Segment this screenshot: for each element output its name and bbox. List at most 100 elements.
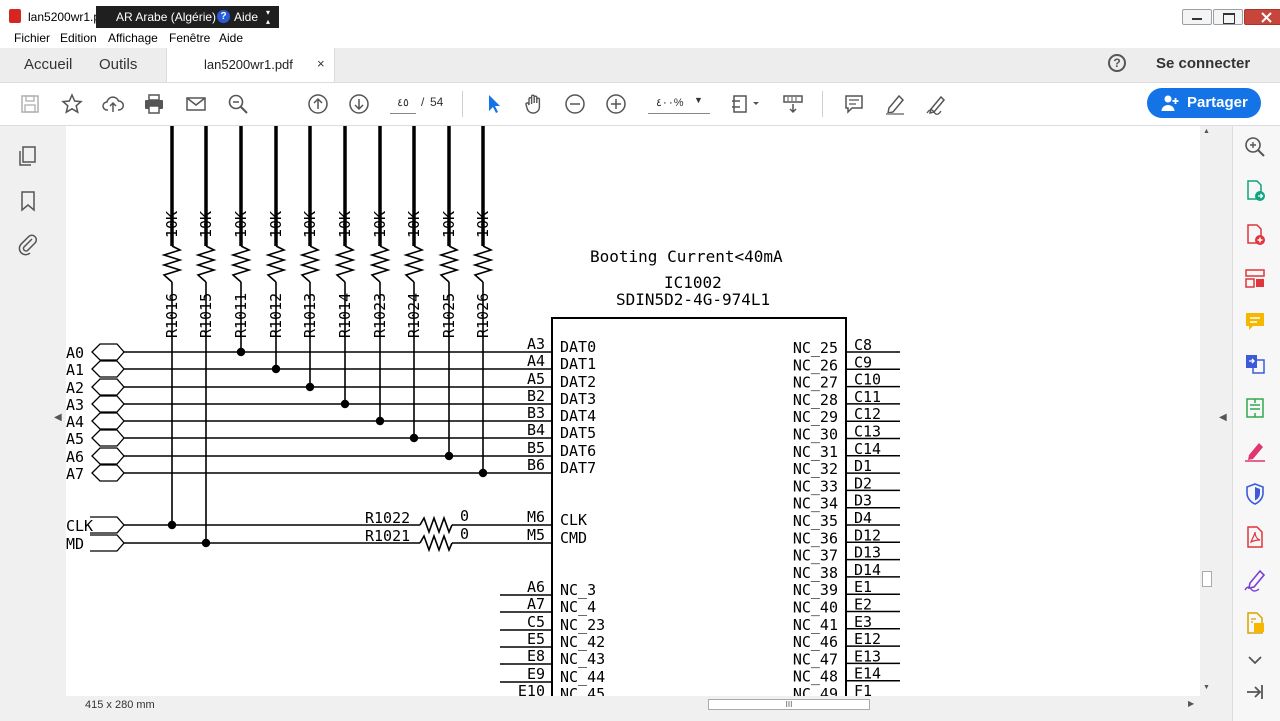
zoom-value[interactable]: ٤٠٠% <box>656 96 684 109</box>
create-pdf-icon <box>1247 224 1265 245</box>
tool-request-signature[interactable] <box>1243 568 1267 592</box>
resistor-ref-label: R1013 <box>301 293 319 338</box>
tab-tools[interactable]: Outils <box>99 56 137 73</box>
cloud-upload-icon <box>102 96 124 112</box>
hand-tool-button[interactable] <box>521 91 547 117</box>
document-view[interactable]: 10K R1016 10K R1015 10K R1011 10K R1012 10K R1013… <box>66 126 1200 696</box>
expand-left-panel-icon[interactable]: ◀ <box>54 412 62 423</box>
menu-help[interactable]: Aide <box>219 31 243 45</box>
chevron-down-icon <box>1248 656 1262 665</box>
zoom-out-button[interactable] <box>562 91 588 117</box>
maximize-button[interactable] <box>1213 9 1243 25</box>
page-size-indicator: 415 x 280 mm <box>85 699 155 711</box>
close-icon <box>1261 12 1272 23</box>
add-user-icon <box>1161 95 1179 111</box>
horizontal-scrollbar[interactable]: III ▶ <box>66 697 1200 711</box>
collapse-right-panel-icon[interactable]: ◀ <box>1219 412 1227 423</box>
ime-language-bar[interactable]: AR Arabe (Algérie) ? Aide ▾ ▴ <box>96 6 279 28</box>
minimize-button[interactable] <box>1182 9 1212 25</box>
ime-help[interactable]: Aide <box>234 10 258 24</box>
page-fit-button[interactable] <box>728 91 762 117</box>
menu-edit[interactable]: Edition <box>60 31 97 45</box>
highlight-button[interactable] <box>882 91 908 117</box>
scroll-up-icon[interactable]: ▲ <box>1203 128 1210 135</box>
net-label: MD <box>66 535 84 553</box>
resistor-ref-label: R1012 <box>267 293 285 338</box>
tool-acrobat-pdf[interactable] <box>1243 525 1267 549</box>
pin-ball-label: E9 <box>527 665 545 683</box>
tool-compress[interactable] <box>1243 396 1267 420</box>
tab-document[interactable]: lan5200wr1.pdf × <box>166 48 335 82</box>
net-label: A0 <box>66 344 84 362</box>
junction-dot <box>375 416 385 426</box>
select-tool-button[interactable] <box>480 91 506 117</box>
pin-name-label: NC_28 <box>793 391 838 409</box>
menu-window[interactable]: Fenêtre <box>169 31 210 45</box>
horizontal-scroll-thumb[interactable]: III <box>708 699 870 710</box>
scroll-right-icon[interactable]: ▶ <box>1188 699 1194 708</box>
fit-page-icon <box>732 95 759 113</box>
pin-name-label: NC_38 <box>793 564 838 582</box>
find-button[interactable] <box>225 91 251 117</box>
page-thumbnails-button[interactable] <box>16 144 40 168</box>
pin-name-label: NC_32 <box>793 460 838 478</box>
comment-button[interactable] <box>841 91 867 117</box>
resistor-ref-label: R1023 <box>371 293 389 338</box>
tab-document-label[interactable]: lan5200wr1.pdf <box>204 57 293 72</box>
help-icon[interactable]: ? <box>1108 54 1126 72</box>
collapse-tools-button[interactable] <box>1243 680 1267 704</box>
scroll-mode-button[interactable] <box>780 91 806 117</box>
tab-close-icon[interactable]: × <box>317 56 325 71</box>
resistor-value-label: 10K <box>163 211 181 238</box>
share-button[interactable]: Partager <box>1147 88 1261 118</box>
ime-language[interactable]: AR Arabe (Algérie) <box>116 10 216 24</box>
attachments-button[interactable] <box>16 232 40 256</box>
tool-export-pdf[interactable] <box>1243 179 1267 203</box>
vertical-scrollbar[interactable]: ▲ ▼ <box>1200 126 1214 696</box>
pin-ball-label: E13 <box>854 647 881 665</box>
help-circle-icon[interactable]: ? <box>217 10 230 23</box>
share-button-label[interactable]: Partager <box>1187 94 1248 111</box>
chevron-down-icon[interactable]: ▼ <box>694 95 703 105</box>
tool-zoom[interactable] <box>1243 135 1267 159</box>
previous-page-button[interactable] <box>305 91 331 117</box>
tool-send-comments[interactable] <box>1243 611 1267 635</box>
menu-file[interactable]: Fichier <box>14 31 50 45</box>
compress-icon <box>1246 398 1264 418</box>
close-window-button[interactable] <box>1244 9 1280 25</box>
email-button[interactable] <box>183 91 209 117</box>
maximize-icon <box>1223 13 1235 24</box>
tool-comment[interactable] <box>1243 310 1267 334</box>
pin-ball-label: E5 <box>527 630 545 648</box>
tool-organize-pages[interactable] <box>1243 267 1267 291</box>
ime-options-icon[interactable]: ▾ ▴ <box>266 8 270 26</box>
minimize-icon <box>1192 18 1202 20</box>
ic-part-number: SDIN5D2-4G-974L1 <box>616 290 770 309</box>
tool-protect[interactable] <box>1243 482 1267 506</box>
more-tools-button[interactable] <box>1243 648 1267 672</box>
scroll-down-icon[interactable]: ▼ <box>1203 684 1210 691</box>
tool-combine-files[interactable] <box>1243 352 1267 376</box>
sign-button[interactable] <box>923 91 949 117</box>
tool-fill-sign[interactable] <box>1243 439 1267 463</box>
zoom-select[interactable]: ٤٠٠% ▼ <box>648 93 710 114</box>
pin-name-label: NC_35 <box>793 512 838 530</box>
arrow-up-circle-icon <box>308 94 328 114</box>
sign-in-link[interactable]: Se connecter <box>1156 55 1250 72</box>
upload-cloud-button[interactable] <box>100 91 126 117</box>
series-resistor-value: 0 <box>460 507 469 525</box>
bookmarks-button[interactable] <box>16 189 40 213</box>
page-number-input[interactable]: ٤٥ <box>390 93 416 114</box>
save-button[interactable] <box>17 91 43 117</box>
print-button[interactable] <box>141 91 167 117</box>
pin-name-label: DAT4 <box>560 407 596 425</box>
vertical-scroll-thumb[interactable] <box>1202 571 1212 587</box>
pin-ball-label: B4 <box>527 421 545 439</box>
next-page-button[interactable] <box>346 91 372 117</box>
tab-home[interactable]: Accueil <box>24 56 72 73</box>
zoom-in-button[interactable] <box>603 91 629 117</box>
hand-icon <box>525 94 541 114</box>
menu-view[interactable]: Affichage <box>108 31 158 45</box>
bookmark-star-button[interactable] <box>59 91 85 117</box>
tool-create-pdf[interactable] <box>1243 223 1267 247</box>
